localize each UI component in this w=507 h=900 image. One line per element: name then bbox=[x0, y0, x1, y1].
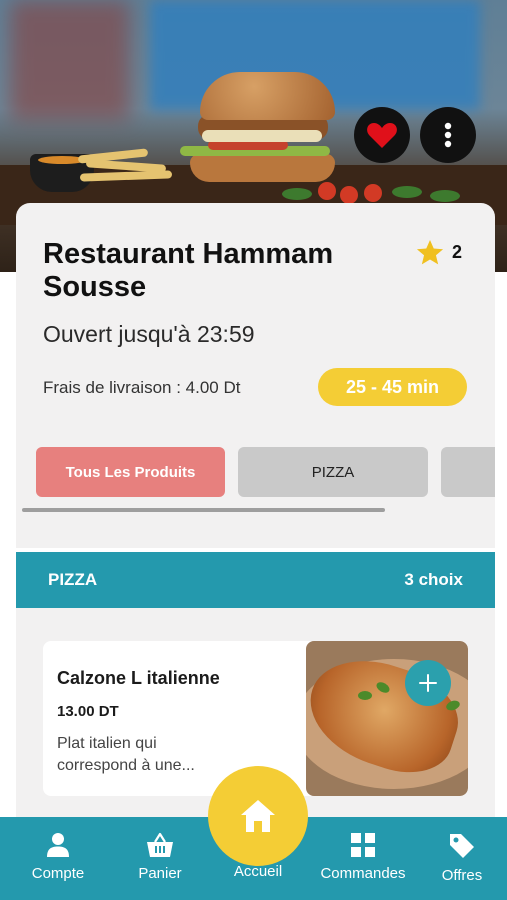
plus-icon bbox=[419, 674, 437, 692]
rating-value: 2 bbox=[452, 242, 463, 262]
heart-icon bbox=[367, 123, 397, 148]
nav-label: Offres bbox=[441, 867, 483, 884]
product-name: Calzone L italienne bbox=[57, 668, 220, 688]
product-price: 13.00 DT bbox=[57, 703, 119, 720]
nav-item-compte[interactable]: Compte bbox=[22, 817, 94, 900]
burger bbox=[180, 72, 335, 182]
basket-icon bbox=[147, 832, 173, 857]
category-scrollbar[interactable] bbox=[22, 508, 385, 512]
nav-label-accueil[interactable]: Accueil bbox=[208, 863, 308, 880]
add-to-cart-button[interactable] bbox=[405, 660, 451, 706]
herb bbox=[282, 188, 312, 200]
restaurant-name: Restaurant Hammam Sousse bbox=[43, 238, 334, 303]
category-tab-all[interactable]: Tous Les Produits bbox=[36, 447, 225, 497]
grid-icon bbox=[351, 833, 375, 857]
tomato bbox=[340, 186, 358, 204]
section-count: 3 choix bbox=[404, 570, 463, 589]
background-blur bbox=[10, 0, 130, 120]
herb bbox=[430, 190, 460, 202]
fries bbox=[77, 146, 180, 184]
tag-icon bbox=[450, 834, 474, 858]
user-icon bbox=[47, 833, 69, 857]
section-header: PIZZA 3 choix bbox=[16, 552, 495, 608]
vertical-dots-icon bbox=[444, 122, 452, 148]
restaurant-info-card: Restaurant Hammam Sousse 2 Ouvert jusqu'… bbox=[16, 203, 495, 548]
product-description: Plat italien qui correspond à une... bbox=[57, 735, 195, 774]
more-options-button[interactable] bbox=[420, 107, 476, 163]
nav-item-commandes[interactable]: Commandes bbox=[306, 817, 420, 900]
nav-item-offres[interactable]: Offres bbox=[430, 817, 494, 900]
favorite-button[interactable] bbox=[354, 107, 410, 163]
product-image bbox=[306, 641, 468, 796]
rating: 2 bbox=[416, 239, 462, 266]
home-button[interactable] bbox=[208, 766, 308, 866]
nav-label: Panier bbox=[138, 865, 182, 882]
opening-hours: Ouvert jusqu'à 23:59 bbox=[43, 321, 255, 347]
category-tab-next[interactable] bbox=[441, 447, 495, 497]
home-icon bbox=[241, 800, 275, 832]
nav-label: Commandes bbox=[320, 865, 406, 882]
nav-label: Compte bbox=[31, 865, 85, 882]
nav-item-panier[interactable]: Panier bbox=[126, 817, 194, 900]
delivery-time-badge: 25 - 45 min bbox=[318, 368, 467, 406]
restaurant-page: Restaurant Hammam Sousse 2 Ouvert jusqu'… bbox=[0, 0, 507, 900]
category-tab-pizza[interactable]: PIZZA bbox=[238, 447, 428, 497]
star-icon bbox=[416, 240, 444, 265]
delivery-fee: Frais de livraison : 4.00 Dt bbox=[43, 378, 241, 397]
tomato bbox=[364, 184, 382, 202]
herb bbox=[392, 186, 422, 198]
section-title: PIZZA bbox=[48, 570, 98, 589]
tomato bbox=[318, 182, 336, 200]
